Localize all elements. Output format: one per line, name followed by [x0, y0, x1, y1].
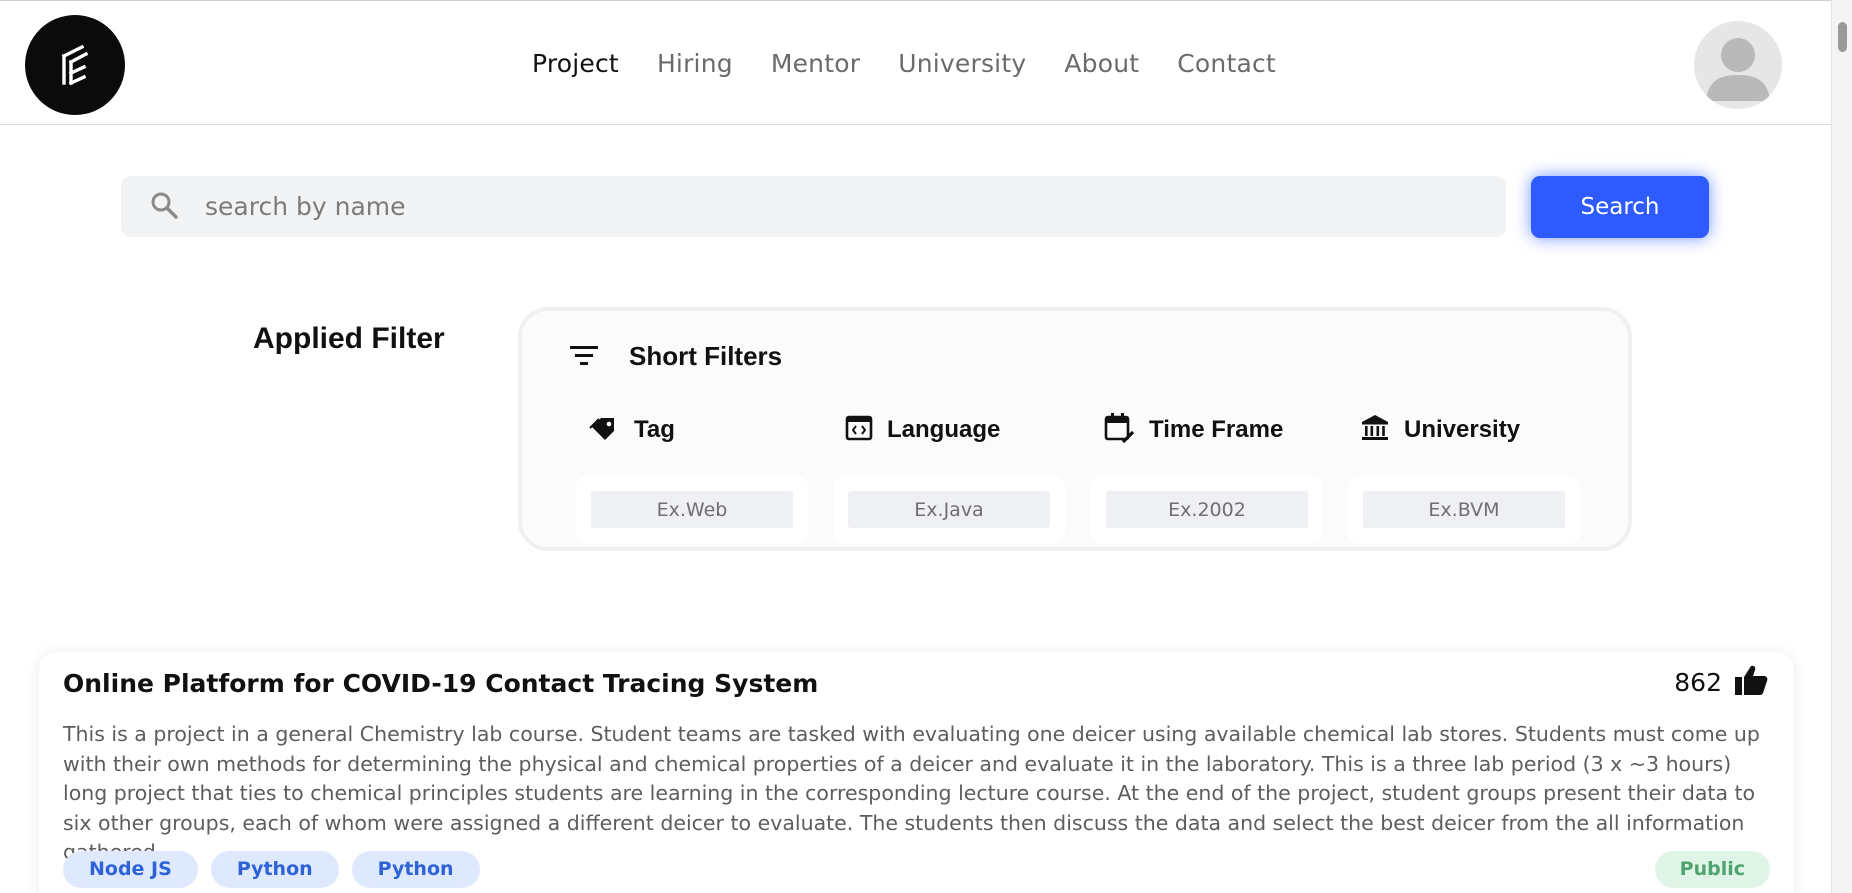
- page-scrollbar[interactable]: [1831, 0, 1852, 893]
- filter-tag: Tag: [576, 413, 808, 544]
- short-filters-panel: Short Filters Tag Ex.Web Language Ex.Jav…: [518, 307, 1632, 551]
- search-bar: [121, 176, 1506, 237]
- filter-tag-label: Tag: [634, 416, 675, 443]
- likes-count: 862: [1674, 667, 1722, 697]
- tag-icon: [588, 415, 620, 445]
- filter-time-frame-card: [1091, 476, 1323, 544]
- search-input[interactable]: [205, 184, 1485, 229]
- nav-university[interactable]: University: [898, 49, 1026, 78]
- search-icon: [149, 190, 179, 224]
- filter-language-card: [833, 476, 1065, 544]
- institution-icon: [1360, 414, 1390, 446]
- filter-university: University: [1348, 413, 1580, 544]
- tag-chip[interactable]: Python: [351, 851, 480, 888]
- thumbs-up-icon[interactable]: [1734, 664, 1768, 700]
- filter-tag-card: [576, 476, 808, 544]
- filter-language: Language: [833, 413, 1065, 544]
- project-card[interactable]: Online Platform for COVID-19 Contact Tra…: [39, 652, 1794, 893]
- filter-lines-icon: [569, 343, 599, 371]
- project-title[interactable]: Online Platform for COVID-19 Contact Tra…: [63, 669, 818, 698]
- likes-counter: 862: [1674, 664, 1768, 700]
- nav-mentor[interactable]: Mentor: [771, 49, 860, 78]
- project-tags: Node JS Python Python: [63, 851, 480, 888]
- filter-university-label: University: [1404, 416, 1521, 443]
- filter-language-label: Language: [887, 416, 1001, 443]
- search-button[interactable]: Search: [1531, 176, 1709, 238]
- short-filters-header: Short Filters: [569, 341, 782, 372]
- calendar-edit-icon: [1103, 412, 1135, 448]
- language-input[interactable]: [848, 491, 1050, 528]
- tag-chip[interactable]: Python: [210, 851, 339, 888]
- filter-university-card: [1348, 476, 1580, 544]
- brand-logo-icon[interactable]: [25, 15, 125, 115]
- nav-project[interactable]: Project: [532, 49, 619, 78]
- nav-hiring[interactable]: Hiring: [657, 49, 733, 78]
- scrollbar-thumb[interactable]: [1838, 22, 1847, 52]
- code-window-icon: [845, 415, 873, 445]
- project-description: This is a project in a general Chemistry…: [63, 722, 1760, 864]
- top-navbar: Project Hiring Mentor University About C…: [0, 0, 1831, 125]
- filter-time-frame: Time Frame: [1091, 412, 1323, 544]
- nav-about[interactable]: About: [1064, 49, 1139, 78]
- tag-input[interactable]: [591, 491, 793, 528]
- applied-filter-heading: Applied Filter: [253, 322, 445, 355]
- university-input[interactable]: [1363, 491, 1565, 528]
- filter-time-frame-label: Time Frame: [1149, 416, 1284, 443]
- user-avatar-icon[interactable]: [1694, 21, 1782, 109]
- nav-contact[interactable]: Contact: [1177, 49, 1276, 78]
- main-nav: Project Hiring Mentor University About C…: [532, 49, 1276, 78]
- tag-chip[interactable]: Node JS: [63, 851, 198, 888]
- short-filters-title: Short Filters: [629, 341, 783, 371]
- visibility-badge: Public: [1654, 851, 1770, 888]
- time-frame-input[interactable]: [1106, 491, 1308, 528]
